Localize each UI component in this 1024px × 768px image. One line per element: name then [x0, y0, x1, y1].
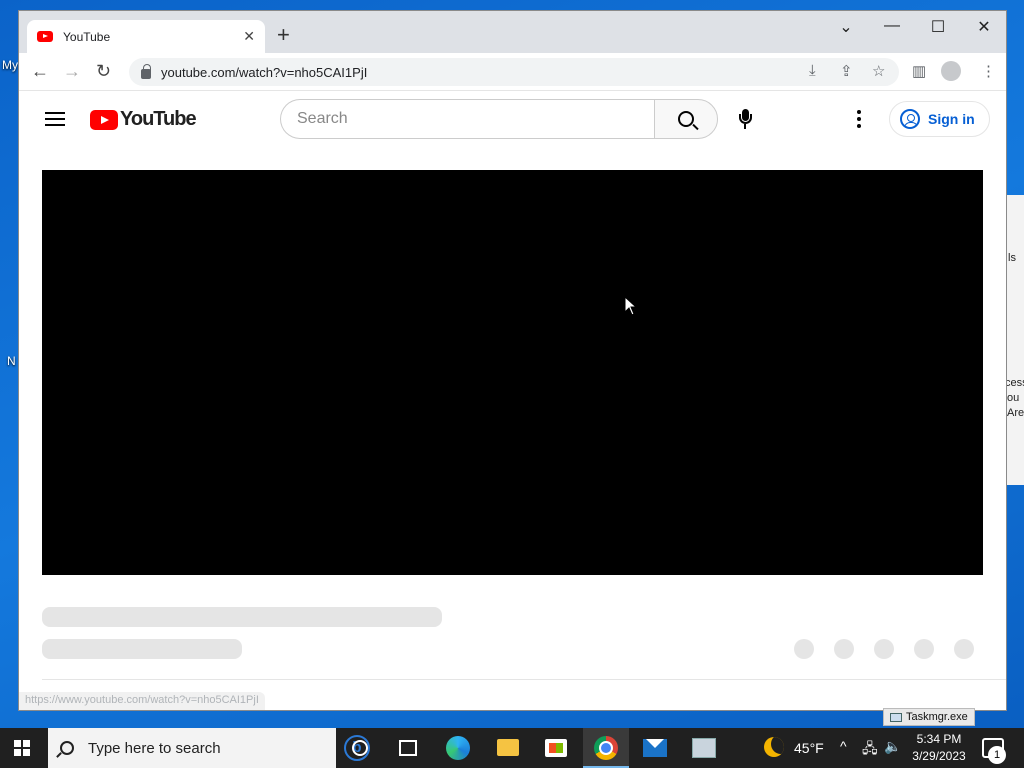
hamburger-icon[interactable] — [45, 112, 65, 126]
sidepanel-icon[interactable]: ▥ — [912, 62, 926, 80]
search-icon — [678, 111, 694, 127]
action-placeholder — [874, 639, 894, 659]
install-icon[interactable]: ⤓ — [809, 62, 816, 79]
taskbar: Type here to search b 45°F ^ 🖧 🔈 5:34 PM… — [0, 728, 1024, 768]
address-bar[interactable]: youtube.com/watch?v=nho5CAI1PjI — [129, 58, 899, 86]
action-placeholder — [794, 639, 814, 659]
search-button[interactable] — [654, 99, 718, 139]
weather-temp[interactable]: 45°F — [794, 740, 824, 756]
youtube-logo-text: YouTube — [120, 108, 197, 130]
title-placeholder — [42, 607, 442, 627]
desktop-icon-label[interactable]: My — [2, 58, 18, 72]
tab-strip: YouTube ✕ + ⌄ — ☐ ✕ — [19, 11, 1006, 53]
search-box — [280, 99, 718, 139]
channel-placeholder — [42, 639, 242, 659]
youtube-header: YouTube Sign in — [19, 92, 1006, 148]
clock[interactable]: 5:34 PM 3/29/2023 — [906, 731, 972, 765]
star-icon[interactable]: ☆ — [872, 62, 885, 80]
action-placeholder — [954, 639, 974, 659]
sign-in-label: Sign in — [928, 111, 975, 127]
background-window-text: ou — [1007, 392, 1020, 404]
windows-icon[interactable] — [14, 740, 30, 756]
action-placeholder — [914, 639, 934, 659]
search-input[interactable] — [280, 99, 654, 139]
youtube-logo[interactable]: YouTube — [90, 108, 197, 131]
youtube-favicon-icon — [37, 31, 53, 42]
clock-date: 3/29/2023 — [912, 749, 966, 763]
profile-icon[interactable] — [941, 61, 961, 81]
youtube-play-icon — [90, 109, 118, 130]
kebab-icon[interactable] — [857, 110, 861, 130]
status-bar-url: https://www.youtube.com/watch?v=nho5CAI1… — [19, 692, 265, 710]
tab-youtube[interactable]: YouTube ✕ — [27, 20, 265, 53]
close-icon[interactable]: ✕ — [243, 28, 255, 45]
action-placeholder — [834, 639, 854, 659]
mic-icon[interactable] — [739, 109, 752, 131]
desktop-icon-label[interactable]: N — [7, 354, 16, 368]
chevron-down-icon[interactable]: ⌄ — [823, 17, 869, 37]
window-close-icon[interactable]: ✕ — [961, 17, 1006, 37]
background-window[interactable]: ls cess ou Are — [1004, 195, 1024, 485]
cortana-icon[interactable] — [352, 740, 368, 756]
taskbar-search-placeholder: Type here to search — [88, 739, 221, 757]
store-icon[interactable] — [545, 739, 567, 757]
divider — [42, 679, 1006, 680]
edge-icon[interactable] — [446, 736, 470, 760]
sign-in-button[interactable]: Sign in — [889, 101, 990, 137]
clock-time: 5:34 PM — [916, 732, 962, 746]
lock-icon[interactable] — [141, 64, 151, 79]
forward-icon[interactable]: → — [63, 61, 81, 82]
taskmgr-label: Taskmgr.exe — [906, 711, 968, 723]
taskbar-search[interactable]: Type here to search b — [48, 728, 370, 768]
chevron-up-icon[interactable]: ^ — [840, 738, 847, 754]
background-window-text: cess — [1005, 377, 1024, 389]
weather-icon[interactable] — [764, 737, 784, 757]
background-window-text: ls — [1008, 252, 1016, 264]
address-url[interactable]: youtube.com/watch?v=nho5CAI1PjI — [161, 65, 367, 80]
maximize-icon[interactable]: ☐ — [915, 17, 961, 37]
new-tab-button[interactable]: + — [277, 24, 290, 46]
share-icon[interactable]: ⇪ — [840, 62, 853, 80]
account-icon — [900, 109, 920, 129]
notification-count: 1 — [988, 746, 1006, 764]
background-window-text: Are — [1007, 407, 1024, 419]
volume-icon[interactable]: 🔈 — [884, 738, 901, 755]
video-player[interactable] — [42, 170, 983, 575]
back-icon[interactable]: ← — [31, 61, 49, 82]
app-icon[interactable] — [692, 738, 716, 758]
minimize-icon[interactable]: — — [869, 17, 915, 35]
taskmgr-tooltip: Taskmgr.exe — [883, 708, 975, 726]
network-icon[interactable]: 🖧 — [862, 738, 878, 762]
tab-title: YouTube — [63, 29, 111, 44]
menu-icon[interactable]: ⋮ — [981, 62, 996, 80]
reload-icon[interactable]: ↻ — [96, 61, 111, 82]
taskmgr-icon — [890, 712, 902, 722]
mail-icon[interactable] — [643, 739, 667, 757]
task-view-icon[interactable] — [399, 740, 417, 756]
browser-toolbar: ← → ↻ youtube.com/watch?v=nho5CAI1PjI ⤓ … — [19, 53, 1006, 91]
browser-window: YouTube ✕ + ⌄ — ☐ ✕ ← → ↻ youtube.com/wa… — [18, 10, 1007, 711]
file-explorer-icon[interactable] — [497, 739, 519, 756]
search-icon — [60, 741, 74, 755]
chrome-icon[interactable] — [594, 736, 618, 760]
